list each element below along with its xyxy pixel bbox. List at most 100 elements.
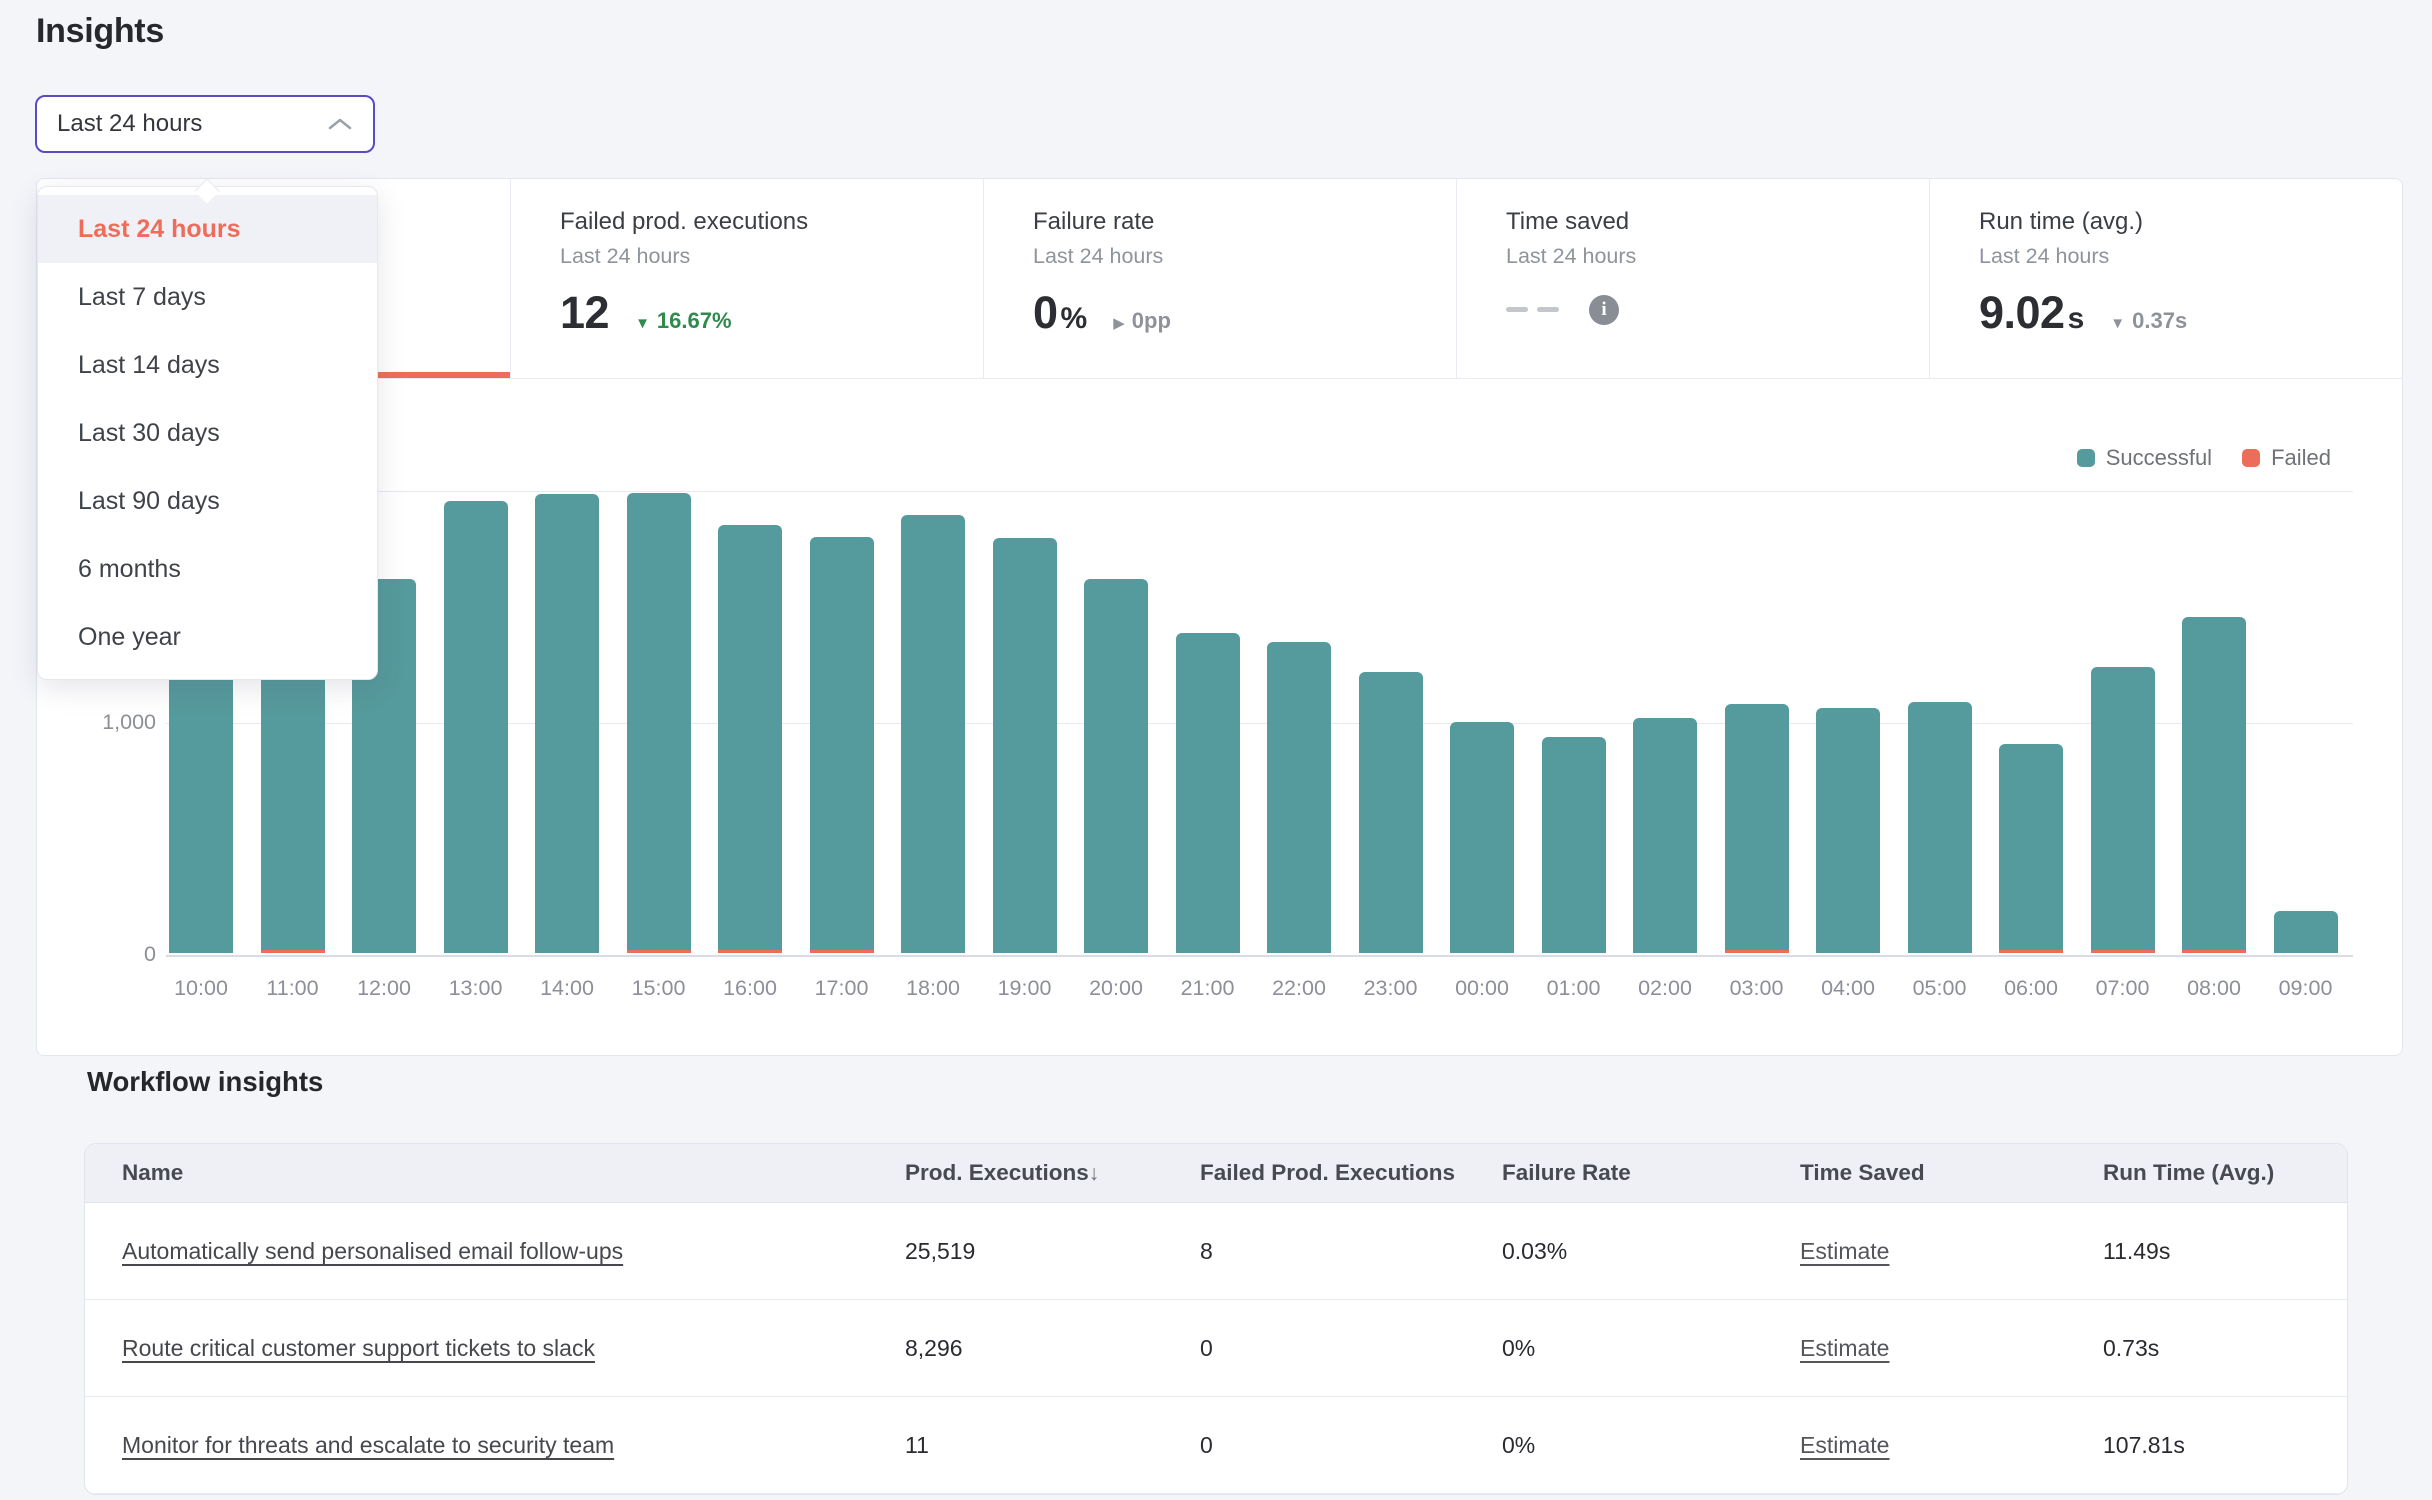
cell-prod-executions: 8,296 xyxy=(905,1335,1200,1362)
estimate-link[interactable]: Estimate xyxy=(1800,1238,1889,1264)
workflow-table: Name Prod. Executions↓Failed Prod. Execut… xyxy=(84,1143,2348,1495)
stat-tab[interactable]: Failed prod. executions Last 24 hours 12 ▼1… xyxy=(510,179,983,378)
bar-group xyxy=(627,493,691,953)
x-axis-label: 15:00 xyxy=(613,976,705,1001)
legend-label: Failed xyxy=(2271,445,2331,471)
bar-successful xyxy=(810,537,874,950)
stat-label: Failure rate xyxy=(1033,207,1456,237)
delta-indicator: ▶ 0pp xyxy=(1113,308,1171,334)
workflow-insights-heading: Workflow insights xyxy=(87,1066,323,1098)
menu-item[interactable]: One year xyxy=(38,603,377,671)
legend-swatch xyxy=(2242,449,2260,467)
bar-group xyxy=(1999,744,2063,953)
menu-item[interactable]: 6 months xyxy=(38,535,377,603)
estimate-link[interactable]: Estimate xyxy=(1800,1432,1889,1458)
workflow-name-link[interactable]: Monitor for threats and escalate to secu… xyxy=(122,1432,614,1458)
table-row: Automatically send personalised email fo… xyxy=(85,1203,2347,1300)
bar-group xyxy=(1359,672,1423,953)
stat-label: Time saved xyxy=(1506,207,1929,237)
column-header-label: Name xyxy=(122,1160,183,1185)
stat-tab[interactable]: Run time (avg.)Last 24 hours9.02s▼0.37s xyxy=(1929,179,2402,378)
stat-tab[interactable]: Time saved Last 24 hours i xyxy=(1456,179,1929,378)
stat-period: Last 24 hours xyxy=(560,244,983,269)
stat-value: 12 xyxy=(560,287,609,339)
cell-run-time: 11.49s xyxy=(2103,1238,2348,1265)
x-axis-label: 19:00 xyxy=(979,976,1071,1001)
bar-group xyxy=(2091,667,2155,953)
column-header-prod-executions[interactable]: Prod. Executions↓ xyxy=(905,1160,1200,1186)
workflow-name-link[interactable]: Route critical customer support tickets … xyxy=(122,1335,595,1361)
bar-group xyxy=(1267,642,1331,953)
cell-run-time: 0.73s xyxy=(2103,1335,2348,1362)
x-axis-label: 12:00 xyxy=(338,976,430,1001)
column-header-run-time-avg-[interactable]: Run Time (Avg.) xyxy=(2103,1160,2348,1186)
dash xyxy=(1506,307,1528,312)
bar-successful xyxy=(169,651,233,953)
column-header-failed-prod-executions[interactable]: Failed Prod. Executions xyxy=(1200,1160,1502,1186)
info-icon[interactable]: i xyxy=(1589,295,1619,325)
right-triangle-icon: ▶ xyxy=(1113,314,1125,332)
column-header-name[interactable]: Name xyxy=(85,1160,905,1186)
bar-group xyxy=(901,515,965,953)
table-header-row: Name Prod. Executions↓Failed Prod. Execut… xyxy=(85,1144,2347,1203)
stat-value-row: i xyxy=(1506,287,1929,332)
bar-successful xyxy=(1633,718,1697,953)
menu-item[interactable]: Last 30 days xyxy=(38,399,377,467)
delta-text: 0pp xyxy=(1132,308,1171,334)
cell-failure-rate: 0% xyxy=(1502,1335,1800,1362)
menu-item[interactable]: Last 7 days xyxy=(38,263,377,331)
bar-group xyxy=(2274,911,2338,953)
bar-failed xyxy=(1999,950,2063,953)
workflow-name-link[interactable]: Automatically send personalised email fo… xyxy=(122,1238,623,1264)
x-axis-label: 00:00 xyxy=(1436,976,1528,1001)
cell-time-saved: Estimate xyxy=(1800,1238,2103,1265)
bar-successful xyxy=(1908,702,1972,953)
x-axis-label: 21:00 xyxy=(1162,976,1254,1001)
bar-group xyxy=(169,651,233,953)
stat-period: Last 24 hours xyxy=(1506,244,1929,269)
stat-value-row: 0%▶0pp xyxy=(1033,287,1456,339)
stat-value: 9.02 xyxy=(1979,287,2065,339)
menu-item[interactable]: Last 90 days xyxy=(38,467,377,535)
bar-group xyxy=(1908,702,1972,953)
cell-prod-executions: 11 xyxy=(905,1432,1200,1459)
stat-value-row: 9.02s▼0.37s xyxy=(1979,287,2402,339)
x-axis-label: 05:00 xyxy=(1894,976,1986,1001)
bar-successful xyxy=(1450,722,1514,953)
table-row: Route critical customer support tickets … xyxy=(85,1300,2347,1397)
chart-legend: Successful Failed xyxy=(2077,445,2331,471)
page-title: Insights xyxy=(36,12,164,51)
bar-failed xyxy=(627,950,691,953)
stat-label: Failed prod. executions xyxy=(560,207,983,237)
bar-successful xyxy=(1725,704,1789,950)
delta-indicator: ▼16.67% xyxy=(635,308,731,334)
x-axis-label: 11:00 xyxy=(247,976,339,1001)
bar-successful xyxy=(2274,911,2338,953)
column-header-label: Prod. Executions xyxy=(905,1160,1089,1185)
column-header-failure-rate[interactable]: Failure Rate xyxy=(1502,1160,1800,1186)
bar-failed xyxy=(1725,950,1789,953)
time-range-value: Last 24 hours xyxy=(57,110,202,138)
column-header-label: Failed Prod. Executions xyxy=(1200,1160,1455,1185)
column-header-time-saved[interactable]: Time Saved xyxy=(1800,1160,2103,1186)
y-axis-label: 1,000 xyxy=(46,710,156,735)
bar-group xyxy=(810,537,874,953)
bar-successful xyxy=(1267,642,1331,953)
time-range-select[interactable]: Last 24 hours xyxy=(35,95,375,153)
bar-successful xyxy=(1999,744,2063,950)
x-axis-label: 07:00 xyxy=(2077,976,2169,1001)
cell-run-time: 107.81s xyxy=(2103,1432,2348,1459)
stat-value: 0 xyxy=(1033,287,1058,339)
delta-text: 16.67% xyxy=(657,308,732,334)
legend-item-successful[interactable]: Successful xyxy=(2077,445,2212,471)
estimate-link[interactable]: Estimate xyxy=(1800,1335,1889,1361)
menu-item[interactable]: Last 24 hours xyxy=(38,195,377,263)
x-axis-label: 16:00 xyxy=(704,976,796,1001)
stat-label: Run time (avg.) xyxy=(1979,207,2402,237)
menu-item[interactable]: Last 14 days xyxy=(38,331,377,399)
bar-group xyxy=(2182,617,2246,953)
legend-item-failed[interactable]: Failed xyxy=(2242,445,2331,471)
stat-tab[interactable]: Failure rateLast 24 hours0%▶0pp xyxy=(983,179,1456,378)
down-triangle-icon: ▼ xyxy=(2110,315,2125,332)
y-axis-label: 0 xyxy=(46,942,156,967)
